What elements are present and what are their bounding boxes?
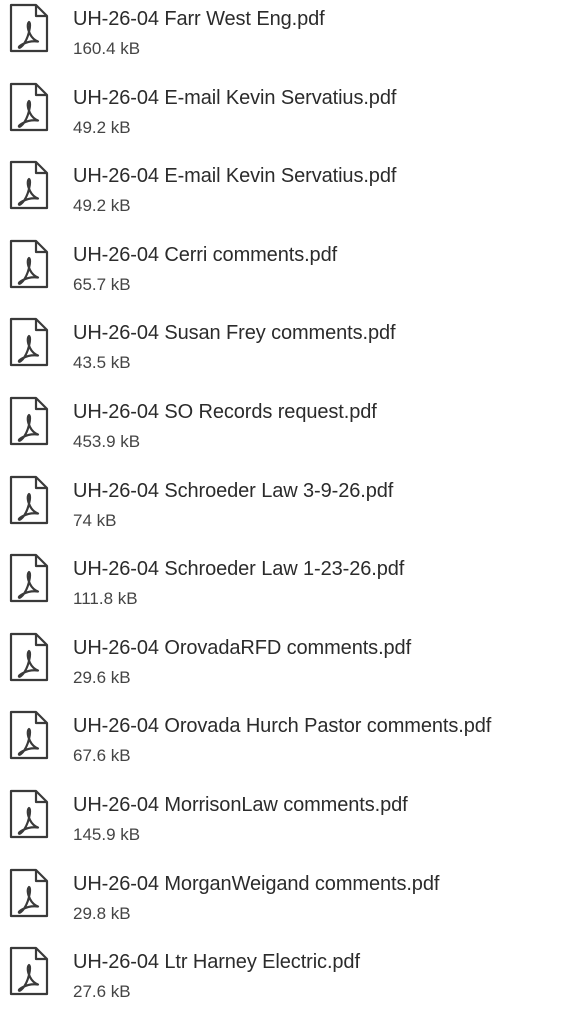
file-item[interactable]: UH-26-04 Orovada Hurch Pastor comments.p… xyxy=(0,708,572,787)
file-text: UH-26-04 OrovadaRFD comments.pdf 29.6 kB xyxy=(73,630,411,689)
file-item[interactable]: UH-26-04 Cerri comments.pdf 65.7 kB xyxy=(0,237,572,316)
file-item[interactable]: UH-26-04 Ltr Harney Electric.pdf 27.6 kB xyxy=(0,944,572,1023)
file-name[interactable]: UH-26-04 MorganWeigand comments.pdf xyxy=(73,871,439,897)
file-text: UH-26-04 MorrisonLaw comments.pdf 145.9 … xyxy=(73,787,408,846)
file-text: UH-26-04 E-mail Kevin Servatius.pdf 49.2… xyxy=(73,80,396,139)
file-item[interactable]: UH-26-04 Schroeder Law 3-9-26.pdf 74 kB xyxy=(0,473,572,552)
pdf-file-icon xyxy=(9,317,49,367)
file-text: UH-26-04 Orovada Hurch Pastor comments.p… xyxy=(73,708,491,767)
file-size: 74 kB xyxy=(73,510,117,530)
file-text: UH-26-04 Ltr Harney Electric.pdf 27.6 kB xyxy=(73,944,360,1003)
file-name[interactable]: UH-26-04 SO Records request.pdf xyxy=(73,399,377,425)
file-size: 49.2 kB xyxy=(73,117,131,137)
pdf-file-icon xyxy=(9,789,49,839)
file-item[interactable]: UH-26-04 MorganWeigand comments.pdf 29.8… xyxy=(0,866,572,945)
file-item[interactable]: UH-26-04 MorrisonLaw comments.pdf 145.9 … xyxy=(0,787,572,866)
file-size: 29.6 kB xyxy=(73,667,131,687)
file-name[interactable]: UH-26-04 MorrisonLaw comments.pdf xyxy=(73,792,408,818)
file-size: 111.8 kB xyxy=(73,589,138,609)
file-item[interactable]: UH-26-04 E-mail Kevin Servatius.pdf 49.2… xyxy=(0,80,572,159)
pdf-file-icon xyxy=(9,396,49,446)
file-size: 65.7 kB xyxy=(73,274,131,294)
file-text: UH-26-04 SO Records request.pdf 453.9 kB xyxy=(73,394,377,453)
attachment-file-list: UH-26-04 Farr West Eng.pdf 160.4 kB UH-2… xyxy=(0,1,572,1023)
file-name[interactable]: UH-26-04 Farr West Eng.pdf xyxy=(73,6,325,32)
file-name[interactable]: UH-26-04 Cerri comments.pdf xyxy=(73,242,337,268)
file-item[interactable]: UH-26-04 Schroeder Law 1-23-26.pdf 111.8… xyxy=(0,551,572,630)
pdf-file-icon xyxy=(9,160,49,210)
pdf-file-icon xyxy=(9,3,49,53)
file-name[interactable]: UH-26-04 Ltr Harney Electric.pdf xyxy=(73,949,360,975)
file-size: 27.6 kB xyxy=(73,982,131,1002)
file-name[interactable]: UH-26-04 E-mail Kevin Servatius.pdf xyxy=(73,85,396,111)
file-text: UH-26-04 Susan Frey comments.pdf 43.5 kB xyxy=(73,315,396,374)
file-size: 49.2 kB xyxy=(73,196,131,216)
file-text: UH-26-04 MorganWeigand comments.pdf 29.8… xyxy=(73,866,439,925)
file-name[interactable]: UH-26-04 Schroeder Law 3-9-26.pdf xyxy=(73,478,393,504)
file-item[interactable]: UH-26-04 OrovadaRFD comments.pdf 29.6 kB xyxy=(0,630,572,709)
pdf-file-icon xyxy=(9,632,49,682)
file-item[interactable]: UH-26-04 SO Records request.pdf 453.9 kB xyxy=(0,394,572,473)
pdf-file-icon xyxy=(9,475,49,525)
file-name[interactable]: UH-26-04 E-mail Kevin Servatius.pdf xyxy=(73,163,396,189)
file-size: 29.8 kB xyxy=(73,903,131,923)
file-size: 453.9 kB xyxy=(73,431,141,451)
pdf-file-icon xyxy=(9,239,49,289)
file-size: 67.6 kB xyxy=(73,746,131,766)
file-text: UH-26-04 Schroeder Law 1-23-26.pdf 111.8… xyxy=(73,551,404,610)
pdf-file-icon xyxy=(9,553,49,603)
pdf-file-icon xyxy=(9,82,49,132)
file-item[interactable]: UH-26-04 Susan Frey comments.pdf 43.5 kB xyxy=(0,315,572,394)
file-text: UH-26-04 Schroeder Law 3-9-26.pdf 74 kB xyxy=(73,473,393,532)
file-size: 145.9 kB xyxy=(73,824,141,844)
file-name[interactable]: UH-26-04 OrovadaRFD comments.pdf xyxy=(73,635,411,661)
file-size: 160.4 kB xyxy=(73,39,141,58)
file-name[interactable]: UH-26-04 Orovada Hurch Pastor comments.p… xyxy=(73,713,491,739)
file-name[interactable]: UH-26-04 Susan Frey comments.pdf xyxy=(73,320,396,346)
pdf-file-icon xyxy=(9,868,49,918)
file-text: UH-26-04 Farr West Eng.pdf 160.4 kB xyxy=(73,1,325,60)
file-size: 43.5 kB xyxy=(73,353,131,373)
file-item[interactable]: UH-26-04 E-mail Kevin Servatius.pdf 49.2… xyxy=(0,158,572,237)
file-text: UH-26-04 Cerri comments.pdf 65.7 kB xyxy=(73,237,337,296)
pdf-file-icon xyxy=(9,710,49,760)
file-text: UH-26-04 E-mail Kevin Servatius.pdf 49.2… xyxy=(73,158,396,217)
file-item[interactable]: UH-26-04 Farr West Eng.pdf 160.4 kB xyxy=(0,1,572,80)
pdf-file-icon xyxy=(9,946,49,996)
file-name[interactable]: UH-26-04 Schroeder Law 1-23-26.pdf xyxy=(73,556,404,582)
